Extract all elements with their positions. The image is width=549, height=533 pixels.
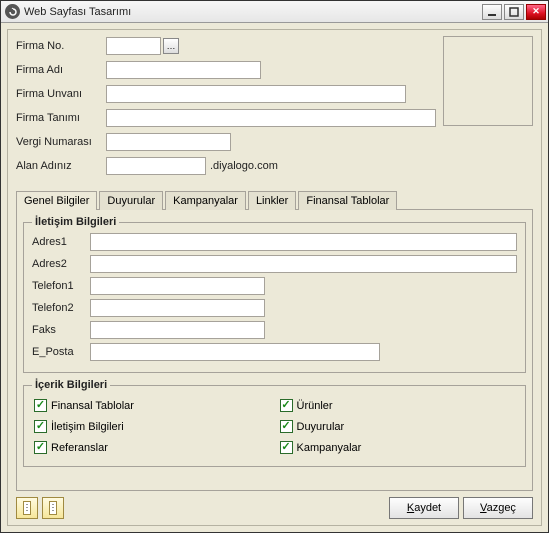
vergi-no-input[interactable] xyxy=(106,133,231,151)
adres2-input[interactable] xyxy=(90,255,517,273)
chk-referanslar[interactable]: ✓ Referanslar xyxy=(34,441,270,454)
titlebar: Web Sayfası Tasarımı ✕ xyxy=(1,1,548,23)
firma-adi-input[interactable] xyxy=(106,61,261,79)
kaydet-button[interactable]: Kaydet xyxy=(389,497,459,519)
icerik-legend: İçerik Bilgileri xyxy=(32,379,110,391)
document-icon xyxy=(23,501,31,515)
tab-kampanyalar[interactable]: Kampanyalar xyxy=(165,191,246,210)
check-icon: ✓ xyxy=(34,441,47,454)
check-icon: ✓ xyxy=(280,399,293,412)
chk-finansal-tablolar[interactable]: ✓ Finansal Tablolar xyxy=(34,399,270,412)
alan-adi-input[interactable] xyxy=(106,157,206,175)
chk-kampanyalar[interactable]: ✓ Kampanyalar xyxy=(280,441,516,454)
firma-unvani-label: Firma Unvanı xyxy=(16,88,106,100)
vazgec-button[interactable]: Vazgeç xyxy=(463,497,533,519)
app-icon xyxy=(5,4,20,19)
firma-no-lookup-button[interactable]: … xyxy=(163,38,179,54)
chk-duyurular[interactable]: ✓ Duyurular xyxy=(280,420,516,433)
alan-adi-suffix: .diyalogo.com xyxy=(210,160,278,172)
adres2-label: Adres2 xyxy=(32,258,90,270)
adres1-label: Adres1 xyxy=(32,236,90,248)
icerik-bilgileri-group: İçerik Bilgileri ✓ Finansal Tablolar ✓ Ü… xyxy=(23,379,526,467)
check-icon: ✓ xyxy=(34,420,47,433)
firma-tanimi-label: Firma Tanımı xyxy=(16,112,106,124)
alan-adi-label: Alan Adınız xyxy=(16,160,106,172)
telefon2-input[interactable] xyxy=(90,299,265,317)
tab-content: İletişim Bilgileri Adres1 Adres2 Telefon… xyxy=(16,209,533,491)
logo-placeholder xyxy=(443,36,533,126)
chk-label: İletişim Bilgileri xyxy=(51,421,124,433)
tab-duyurular[interactable]: Duyurular xyxy=(99,191,163,210)
tab-bar: Genel Bilgiler Duyurular Kampanyalar Lin… xyxy=(16,190,533,209)
chk-urunler[interactable]: ✓ Ürünler xyxy=(280,399,516,412)
firma-no-input[interactable] xyxy=(106,37,161,55)
eposta-label: E_Posta xyxy=(32,346,90,358)
faks-label: Faks xyxy=(32,324,90,336)
minimize-button[interactable] xyxy=(482,4,502,20)
adres1-input[interactable] xyxy=(90,233,517,251)
iletisim-legend: İletişim Bilgileri xyxy=(32,216,119,228)
check-icon: ✓ xyxy=(280,441,293,454)
close-button[interactable]: ✕ xyxy=(526,4,546,20)
firma-no-label: Firma No. xyxy=(16,40,106,52)
firma-unvani-input[interactable] xyxy=(106,85,406,103)
chk-iletisim-bilgileri[interactable]: ✓ İletişim Bilgileri xyxy=(34,420,270,433)
faks-input[interactable] xyxy=(90,321,265,339)
chk-label: Duyurular xyxy=(297,421,345,433)
footer-doc-button-2[interactable] xyxy=(42,497,64,519)
telefon1-label: Telefon1 xyxy=(32,280,90,292)
vergi-no-label: Vergi Numarası xyxy=(16,136,106,148)
footer-doc-button-1[interactable] xyxy=(16,497,38,519)
chk-label: Ürünler xyxy=(297,400,333,412)
eposta-input[interactable] xyxy=(90,343,380,361)
tab-finansal-tablolar[interactable]: Finansal Tablolar xyxy=(298,191,397,210)
telefon1-input[interactable] xyxy=(90,277,265,295)
iletisim-bilgileri-group: İletişim Bilgileri Adres1 Adres2 Telefon… xyxy=(23,216,526,373)
chk-label: Finansal Tablolar xyxy=(51,400,134,412)
window-title: Web Sayfası Tasarımı xyxy=(24,6,482,18)
firma-tanimi-input[interactable] xyxy=(106,109,436,127)
firma-adi-label: Firma Adı xyxy=(16,64,106,76)
tab-linkler[interactable]: Linkler xyxy=(248,191,296,210)
telefon2-label: Telefon2 xyxy=(32,302,90,314)
tab-genel-bilgiler[interactable]: Genel Bilgiler xyxy=(16,191,97,210)
chk-label: Kampanyalar xyxy=(297,442,362,454)
document-icon xyxy=(49,501,57,515)
check-icon: ✓ xyxy=(34,399,47,412)
chk-label: Referanslar xyxy=(51,442,108,454)
check-icon: ✓ xyxy=(280,420,293,433)
maximize-button[interactable] xyxy=(504,4,524,20)
